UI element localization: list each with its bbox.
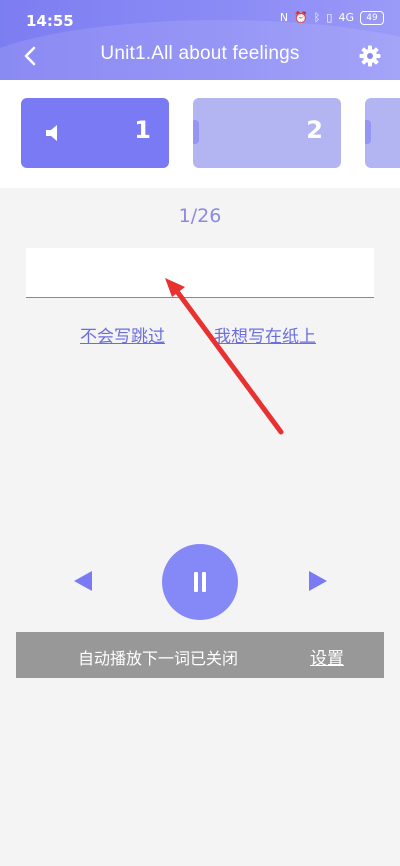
gear-icon xyxy=(359,45,381,67)
status-time: 14:55 xyxy=(26,12,74,30)
pause-button[interactable] xyxy=(162,544,238,620)
bluetooth-icon: ᛒ xyxy=(313,11,321,24)
answer-input[interactable] xyxy=(26,248,374,297)
previous-button[interactable] xyxy=(72,570,94,592)
speaker-icon xyxy=(46,125,57,141)
write-on-paper-link[interactable]: 我想写在纸上 xyxy=(214,322,316,347)
settings-button[interactable] xyxy=(358,44,382,68)
word-card-number: 1 xyxy=(134,116,151,144)
triangle-left-icon xyxy=(74,571,92,591)
skip-link[interactable]: 不会写跳过 xyxy=(80,322,165,347)
toast-message: 自动播放下一词已关闭 xyxy=(78,649,239,668)
word-card-strip: 1 2 xyxy=(0,80,400,188)
answer-field[interactable] xyxy=(26,248,374,298)
chevron-left-icon xyxy=(24,46,36,66)
triangle-right-icon xyxy=(309,571,327,591)
word-card-1[interactable]: 1 xyxy=(21,98,169,168)
progress-counter: 1/26 xyxy=(178,205,222,227)
nfc-icon: N xyxy=(279,11,289,24)
battery-icon: 49 xyxy=(360,11,384,25)
status-icons: N ⏰ ᛒ ▯ 4G 49 xyxy=(280,11,384,25)
page-title: Unit1.All about feelings xyxy=(100,43,300,64)
card-notch xyxy=(365,120,371,144)
vibrate-icon: ▯ xyxy=(326,11,333,24)
card-notch xyxy=(193,120,199,144)
autoplay-toast: 自动播放下一词已关闭 设置 xyxy=(16,632,384,678)
word-card-2[interactable]: 2 xyxy=(193,98,341,168)
battery-level: 49 xyxy=(366,13,378,23)
status-bar: 14:55 N ⏰ ᛒ ▯ 4G 49 xyxy=(0,0,400,40)
toast-settings-link[interactable]: 设置 xyxy=(310,644,344,669)
pause-icon xyxy=(194,572,198,592)
next-button[interactable] xyxy=(307,570,329,592)
pause-icon xyxy=(202,572,206,592)
header-bar: 14:55 N ⏰ ᛒ ▯ 4G 49 Unit1.All about feel… xyxy=(0,0,400,80)
nav-row: Unit1.All about feelings xyxy=(0,38,400,74)
word-card-3[interactable] xyxy=(365,98,400,168)
signal-4g-icon: 4G xyxy=(338,11,354,24)
alarm-icon: ⏰ xyxy=(294,11,308,24)
word-card-number: 2 xyxy=(306,116,323,144)
back-button[interactable] xyxy=(18,42,42,70)
